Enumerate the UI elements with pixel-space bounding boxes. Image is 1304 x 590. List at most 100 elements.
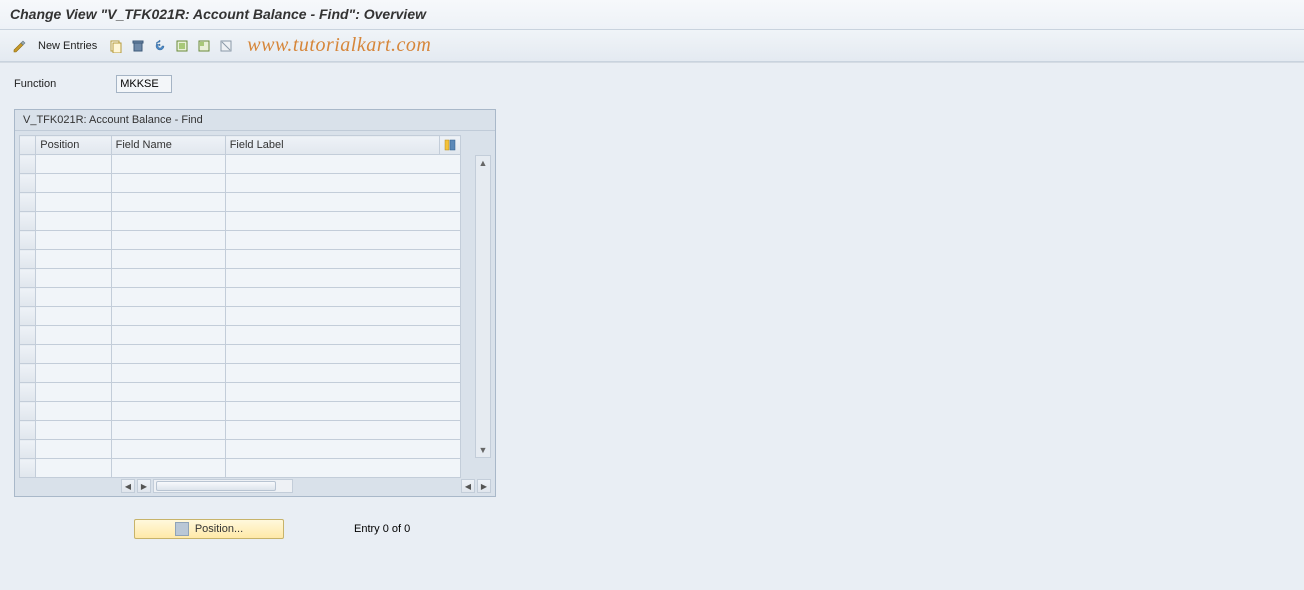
row-selector[interactable] bbox=[20, 269, 36, 288]
scroll-last-icon[interactable]: ▶ bbox=[477, 479, 491, 493]
cell[interactable] bbox=[36, 288, 111, 307]
page-title: Change View "V_TFK021R: Account Balance … bbox=[0, 0, 1304, 30]
row-selector[interactable] bbox=[20, 155, 36, 174]
cell[interactable] bbox=[225, 345, 460, 364]
cell[interactable] bbox=[36, 364, 111, 383]
cell[interactable] bbox=[111, 402, 225, 421]
cell[interactable] bbox=[111, 269, 225, 288]
cell[interactable] bbox=[111, 421, 225, 440]
function-label: Function bbox=[14, 78, 56, 90]
cell[interactable] bbox=[225, 231, 460, 250]
new-entries-button[interactable]: New Entries bbox=[32, 38, 103, 54]
select-block-icon[interactable] bbox=[195, 37, 213, 55]
row-selector[interactable] bbox=[20, 212, 36, 231]
cell[interactable] bbox=[225, 402, 460, 421]
cell[interactable] bbox=[111, 174, 225, 193]
cell[interactable] bbox=[111, 440, 225, 459]
col-field-label[interactable]: Field Label bbox=[225, 136, 439, 155]
cell[interactable] bbox=[225, 155, 460, 174]
row-selector[interactable] bbox=[20, 174, 36, 193]
change-mode-icon[interactable] bbox=[10, 37, 28, 55]
cell[interactable] bbox=[36, 307, 111, 326]
undo-icon[interactable] bbox=[151, 37, 169, 55]
row-selector[interactable] bbox=[20, 402, 36, 421]
scroll-up-icon[interactable]: ▲ bbox=[476, 156, 490, 170]
cell[interactable] bbox=[225, 307, 460, 326]
cell[interactable] bbox=[36, 402, 111, 421]
cell[interactable] bbox=[111, 212, 225, 231]
entry-count-text: Entry 0 of 0 bbox=[354, 523, 410, 535]
cell[interactable] bbox=[111, 288, 225, 307]
cell[interactable] bbox=[225, 212, 460, 231]
scroll-down-icon[interactable]: ▼ bbox=[476, 443, 490, 457]
cell[interactable] bbox=[225, 250, 460, 269]
copy-as-icon[interactable] bbox=[107, 37, 125, 55]
data-grid[interactable]: Position Field Name Field Label bbox=[19, 135, 461, 478]
cell[interactable] bbox=[111, 345, 225, 364]
vertical-scrollbar[interactable]: ▲ ▼ bbox=[475, 155, 491, 458]
cell[interactable] bbox=[111, 231, 225, 250]
panel-title: V_TFK021R: Account Balance - Find bbox=[15, 110, 495, 131]
col-position[interactable]: Position bbox=[36, 136, 111, 155]
cell[interactable] bbox=[225, 459, 460, 478]
hscroll-thumb[interactable] bbox=[156, 481, 276, 491]
col-field-name[interactable]: Field Name bbox=[111, 136, 225, 155]
cell[interactable] bbox=[36, 326, 111, 345]
cell[interactable] bbox=[225, 383, 460, 402]
cell[interactable] bbox=[111, 193, 225, 212]
watermark-text: www.tutorialkart.com bbox=[247, 34, 431, 57]
scroll-left-icon[interactable]: ▶ bbox=[137, 479, 151, 493]
cell[interactable] bbox=[225, 288, 460, 307]
cell[interactable] bbox=[36, 231, 111, 250]
cell[interactable] bbox=[111, 250, 225, 269]
delete-icon[interactable] bbox=[129, 37, 147, 55]
row-selector[interactable] bbox=[20, 307, 36, 326]
position-button[interactable]: Position... bbox=[134, 519, 284, 539]
row-selector[interactable] bbox=[20, 326, 36, 345]
row-selector[interactable] bbox=[20, 364, 36, 383]
grid-body[interactable] bbox=[20, 155, 461, 478]
cell[interactable] bbox=[36, 212, 111, 231]
deselect-all-icon[interactable] bbox=[217, 37, 235, 55]
cell[interactable] bbox=[36, 345, 111, 364]
row-selector[interactable] bbox=[20, 250, 36, 269]
cell[interactable] bbox=[36, 383, 111, 402]
cell[interactable] bbox=[111, 459, 225, 478]
cell[interactable] bbox=[111, 155, 225, 174]
scroll-first-icon[interactable]: ◀ bbox=[121, 479, 135, 493]
cell[interactable] bbox=[36, 421, 111, 440]
row-selector[interactable] bbox=[20, 421, 36, 440]
configure-columns-icon[interactable] bbox=[439, 136, 460, 155]
hscroll-track[interactable] bbox=[153, 479, 293, 493]
cell[interactable] bbox=[225, 174, 460, 193]
cell[interactable] bbox=[225, 364, 460, 383]
cell[interactable] bbox=[111, 364, 225, 383]
row-selector[interactable] bbox=[20, 440, 36, 459]
cell[interactable] bbox=[36, 269, 111, 288]
row-selector[interactable] bbox=[20, 345, 36, 364]
cell[interactable] bbox=[111, 326, 225, 345]
row-selector[interactable] bbox=[20, 193, 36, 212]
scroll-right-icon[interactable]: ◀ bbox=[461, 479, 475, 493]
cell[interactable] bbox=[36, 174, 111, 193]
row-selector[interactable] bbox=[20, 231, 36, 250]
cell[interactable] bbox=[225, 440, 460, 459]
row-selector[interactable] bbox=[20, 459, 36, 478]
cell[interactable] bbox=[36, 193, 111, 212]
cell[interactable] bbox=[36, 155, 111, 174]
table-panel: V_TFK021R: Account Balance - Find Positi… bbox=[14, 109, 496, 497]
cell[interactable] bbox=[225, 326, 460, 345]
cell[interactable] bbox=[36, 459, 111, 478]
cell[interactable] bbox=[225, 421, 460, 440]
function-input[interactable] bbox=[116, 75, 172, 93]
cell[interactable] bbox=[111, 383, 225, 402]
cell[interactable] bbox=[36, 250, 111, 269]
cell[interactable] bbox=[111, 307, 225, 326]
cell[interactable] bbox=[225, 193, 460, 212]
row-selector[interactable] bbox=[20, 288, 36, 307]
cell[interactable] bbox=[225, 269, 460, 288]
row-selector-header[interactable] bbox=[20, 136, 36, 155]
row-selector[interactable] bbox=[20, 383, 36, 402]
select-all-icon[interactable] bbox=[173, 37, 191, 55]
cell[interactable] bbox=[36, 440, 111, 459]
